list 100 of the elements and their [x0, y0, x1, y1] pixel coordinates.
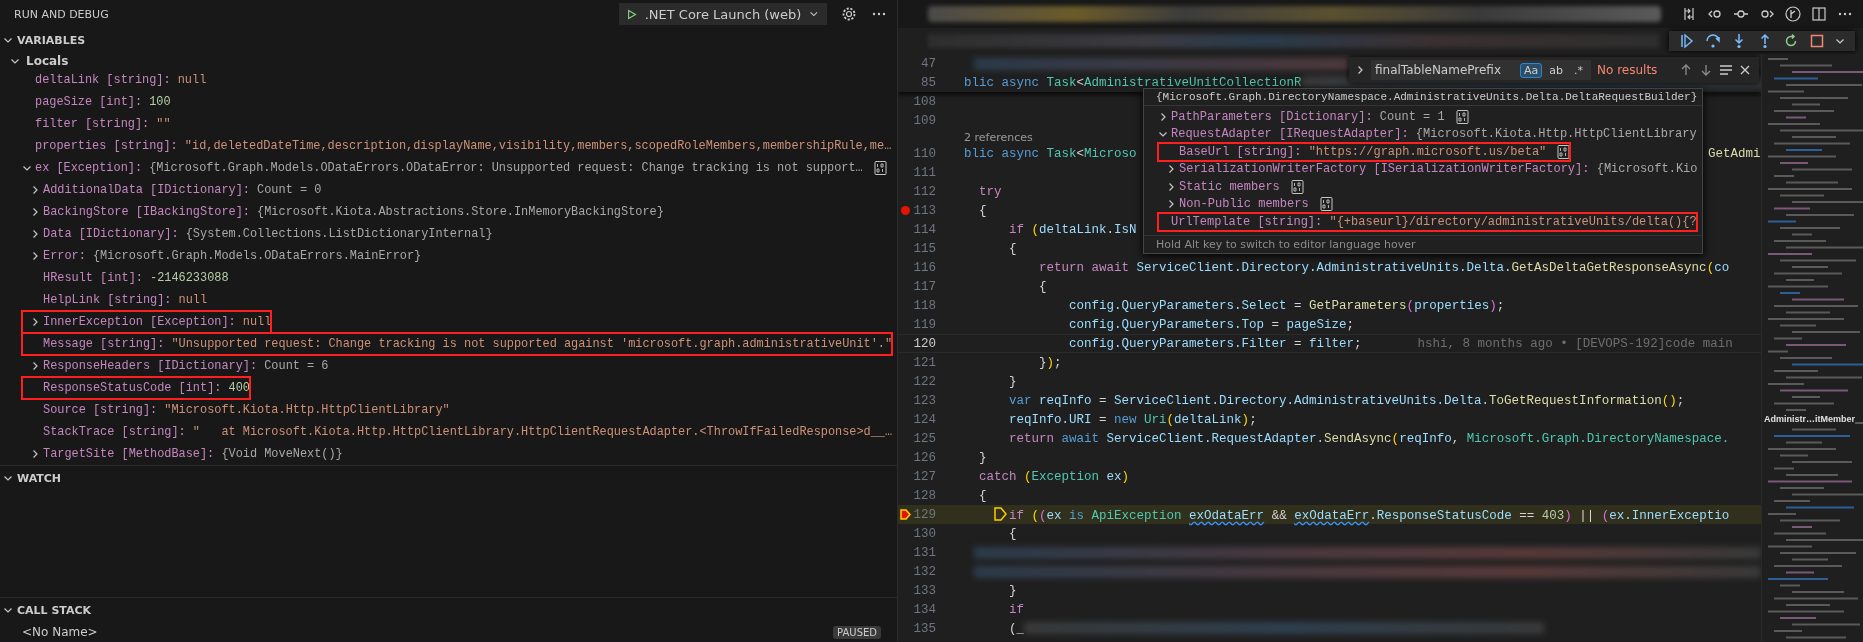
variable-item[interactable]: PathParameters [Dictionary]: Count = 1 [1158, 108, 1469, 126]
variable-item[interactable]: SerializationWriterFactory [ISerializationWriterFactory]: {Microsoft.Kio [1158, 160, 1698, 178]
variable-item[interactable]: Error: {Microsoft.Graph.Models.ODataErrors.MainError} [22, 245, 422, 267]
chevron-icon[interactable] [1166, 164, 1176, 175]
line-number: 119 [913, 317, 936, 332]
code-line: reqInfo.URI = new Uri(deltaLink); [1008, 412, 1257, 427]
code-line: config.QueryParameters.Filter = filter; [1068, 336, 1362, 351]
line-number: 135 [913, 621, 936, 636]
line-number: 112 [913, 184, 936, 199]
minimap[interactable]: Administr…itMember [1761, 54, 1863, 642]
restart-icon[interactable] [1783, 33, 1799, 49]
code-line: { [978, 488, 987, 503]
continue-icon[interactable] [1679, 33, 1695, 49]
chevron-icon[interactable] [3, 473, 13, 483]
variable-item[interactable]: BaseUrl [string]: "https://graph.microsoft.us/beta" [1158, 143, 1571, 161]
chevron-icon[interactable] [22, 163, 32, 173]
variable-item[interactable]: Non-Public members [1158, 195, 1333, 213]
code-line: { [978, 203, 987, 218]
chevron-icon[interactable] [30, 317, 40, 327]
line-number: 122 [913, 374, 936, 389]
binary-icon[interactable] [1290, 179, 1304, 194]
chevron-icon[interactable] [30, 251, 40, 261]
code-line: catch (Exception ex) [978, 469, 1130, 484]
code-line: if ((ex is ApiException exOdataErr && exOdataErr.ResponseStatusCode == 403) || (ex.InnerExceptio [964, 506, 1730, 523]
chevron-icon[interactable] [30, 449, 40, 459]
line-number: 111 [913, 165, 936, 180]
section-title[interactable]: WATCH [17, 471, 62, 485]
blame-annotation: hshi, 8 months ago • [DEVOPS-192]code main [1417, 336, 1733, 351]
code-line: return await ServiceClient.RequestAdapter.SendAsync(reqInfo, Microsoft.Graph.DirectoryNamespace. [1008, 431, 1730, 446]
variable-item[interactable]: ex [Exception]: {Microsoft.Graph.Models.ODataErrors.ODataError: Unsupported request: Change tracking is not support… [22, 157, 887, 179]
chevron-icon[interactable] [1166, 199, 1176, 210]
search-option-toggle[interactable]: Aa [1520, 62, 1543, 78]
line-number: 131 [913, 545, 936, 560]
line-number: 113 [913, 203, 936, 218]
stop-icon[interactable] [1809, 33, 1825, 49]
variable-item[interactable]: deltaLink [string]: null [22, 69, 207, 91]
paused-breakpoint-icon[interactable] [900, 509, 911, 520]
code-line: try [978, 184, 1002, 199]
chevron-icon[interactable] [30, 185, 40, 195]
codelens-link[interactable]: 2 references [964, 130, 1033, 144]
chevron-icon[interactable] [30, 361, 40, 371]
chevron-icon[interactable] [30, 229, 40, 239]
variable-item[interactable]: ResponseStatusCode [int]: 400 [22, 377, 250, 399]
binary-icon[interactable] [1319, 197, 1333, 212]
variable-item[interactable]: properties [string]: "id,deletedDateTime,description,displayName,visibility,members,scopedRoleMembers,membershipRule,me… [22, 135, 892, 157]
variable-item[interactable]: filter [string]: "" [22, 113, 171, 135]
variable-item[interactable]: RequestAdapter [IRequestAdapter]: {Microsoft.Kiota.Http.HttpClientLibrary [1158, 125, 1697, 143]
variable-item[interactable]: Message [string]: "Unsupported request: Change tracking is not supported against 'microsoft.graph.administrativeUnit'." [22, 333, 893, 355]
find-input[interactable]: finalTableNamePrefix Aa ab .* [1371, 60, 1591, 80]
arrow-up-icon[interactable] [1679, 63, 1693, 77]
variable-item[interactable]: InnerException [Exception]: null [22, 311, 272, 333]
binary-icon[interactable] [873, 161, 887, 175]
binary-icon[interactable] [1455, 109, 1469, 124]
search-option-toggle[interactable]: ab [1545, 62, 1567, 78]
code-line: } [1008, 583, 1017, 598]
variable-item[interactable]: HelpLink [string]: null [22, 289, 208, 311]
status-badge: PAUSED [833, 625, 881, 639]
chevron-down-icon[interactable] [1835, 36, 1845, 46]
line-number: 124 [913, 412, 936, 427]
breakpoint-icon[interactable] [901, 206, 910, 215]
chevron-icon[interactable] [1158, 111, 1168, 122]
section-title[interactable]: VARIABLES [17, 33, 86, 47]
binary-icon[interactable] [1557, 144, 1571, 159]
line-number: 127 [913, 469, 936, 484]
launch-config-dropdown[interactable]: .NET Core Launch (web) [619, 3, 827, 25]
code-line: if (deltaLink.IsN [1008, 222, 1137, 237]
line-number: 109 [913, 113, 936, 128]
variable-item[interactable]: Data [IDictionary]: {System.Collections.ListDictionaryInternal} [22, 223, 493, 245]
section-title[interactable]: CALL STACK [17, 603, 92, 617]
call-stack-item[interactable]: <No Name> [22, 625, 834, 639]
compare-icon[interactable] [1681, 6, 1697, 22]
arrow-down-icon[interactable] [1699, 63, 1713, 77]
line-number: 128 [913, 488, 936, 503]
variable-item[interactable]: TargetSite [MethodBase]: {Void MoveNext()} [22, 443, 343, 465]
close-icon[interactable] [1739, 64, 1751, 76]
code-line: }); [1038, 355, 1062, 370]
line-number: 117 [913, 279, 936, 294]
variable-item[interactable]: AdditionalData [IDictionary]: Count = 0 [22, 179, 322, 201]
split-editor-icon[interactable] [1811, 6, 1827, 22]
search-option-toggle[interactable]: .* [1570, 62, 1587, 78]
settings-icon[interactable] [841, 6, 857, 22]
variable-item[interactable]: UrlTemplate [string]: "{+baseurl}/directory/administrativeUnits/delta(){? [1158, 213, 1697, 231]
step-over-icon[interactable] [1705, 33, 1721, 49]
chevron-right-icon[interactable] [1355, 65, 1365, 75]
scope-label[interactable]: Locals [26, 53, 69, 68]
chevron-icon[interactable] [3, 35, 13, 45]
code-line: blic async Task<Microso [964, 146, 1137, 161]
play-icon[interactable] [627, 7, 637, 21]
variable-item[interactable]: HResult [int]: -2146233088 [22, 267, 229, 289]
variable-item[interactable]: ResponseHeaders [IDictionary]: Count = 6 [22, 355, 329, 377]
chevron-icon[interactable] [30, 207, 40, 217]
variable-item[interactable]: pageSize [int]: 100 [22, 91, 171, 113]
chevron-icon[interactable] [1166, 181, 1176, 192]
chevron-icon[interactable] [3, 605, 13, 615]
variable-item[interactable]: BackingStore [IBackingStore]: {Microsoft.Kiota.Abstractions.Store.InMemoryBackingStore} [22, 201, 664, 223]
variable-item[interactable]: StackTrace [string]: " at Microsoft.Kiota.Http.HttpClientLibrary.HttpClientRequestAdapter.<ThrowIfFailedResponse>d__… [22, 421, 893, 443]
variable-item[interactable]: Static members [1158, 178, 1304, 196]
variable-item[interactable]: Source [string]: "Microsoft.Kiota.Http.HttpClientLibrary" [22, 399, 450, 421]
menu-icon[interactable] [1719, 63, 1733, 77]
code-line: { [1008, 241, 1017, 256]
